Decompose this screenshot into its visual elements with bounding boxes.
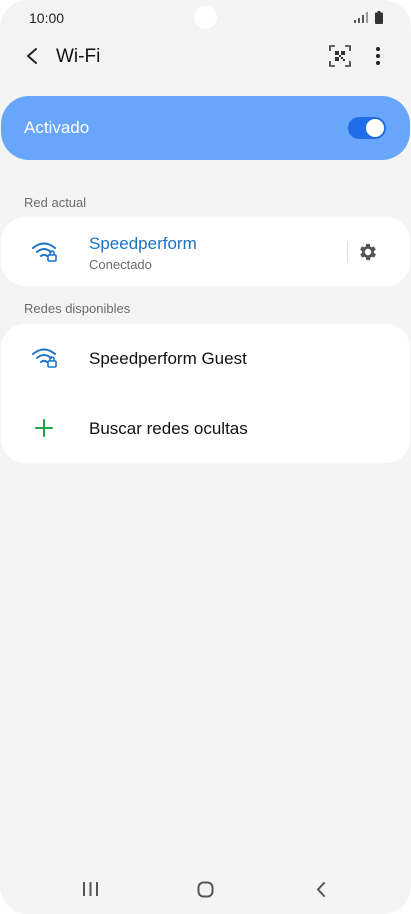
app-bar: Wi-Fi — [0, 36, 411, 80]
wifi-lock-icon — [32, 348, 57, 368]
toggle-label: Activado — [24, 118, 90, 137]
section-label-current: Red actual — [24, 195, 87, 210]
switch-knob — [366, 119, 384, 137]
current-network-name: Speedperform — [89, 234, 197, 253]
settings-gear-icon[interactable] — [357, 241, 379, 263]
current-network-row[interactable]: Speedperform Conectado — [1, 217, 410, 286]
network-name: Speedperform Guest — [89, 349, 247, 368]
hidden-networks-row[interactable]: Buscar redes ocultas — [1, 393, 410, 463]
nav-home-icon[interactable] — [197, 881, 214, 898]
signal-icon — [354, 12, 368, 23]
camera-cutout — [194, 6, 217, 29]
hidden-networks-label: Buscar redes ocultas — [89, 419, 248, 438]
network-row[interactable]: Speedperform Guest — [1, 324, 410, 393]
current-network-status: Conectado — [89, 257, 152, 272]
navigation-bar — [0, 864, 411, 914]
more-vert-icon[interactable] — [370, 44, 386, 68]
nav-recent-icon[interactable] — [82, 882, 99, 896]
available-networks-card: Speedperform Guest Buscar redes ocultas — [1, 324, 410, 463]
status-time: 10:00 — [29, 10, 65, 26]
phone-screen: 10:00 Wi-Fi Activado Red actual Speedper… — [0, 0, 411, 914]
divider — [347, 241, 348, 263]
nav-back-icon[interactable] — [314, 881, 328, 898]
back-button[interactable] — [20, 44, 44, 68]
qr-code-icon[interactable] — [329, 45, 351, 67]
wifi-switch[interactable] — [348, 117, 386, 139]
plus-icon — [35, 419, 53, 437]
wifi-master-toggle-row[interactable]: Activado — [1, 96, 410, 160]
battery-icon — [375, 11, 383, 24]
back-arrow-icon — [27, 48, 37, 64]
page-title: Wi-Fi — [56, 46, 101, 67]
wifi-lock-icon — [32, 242, 57, 262]
current-network-card: Speedperform Conectado — [1, 217, 410, 286]
section-label-available: Redes disponibles — [24, 301, 131, 316]
status-bar: 10:00 — [0, 0, 411, 36]
